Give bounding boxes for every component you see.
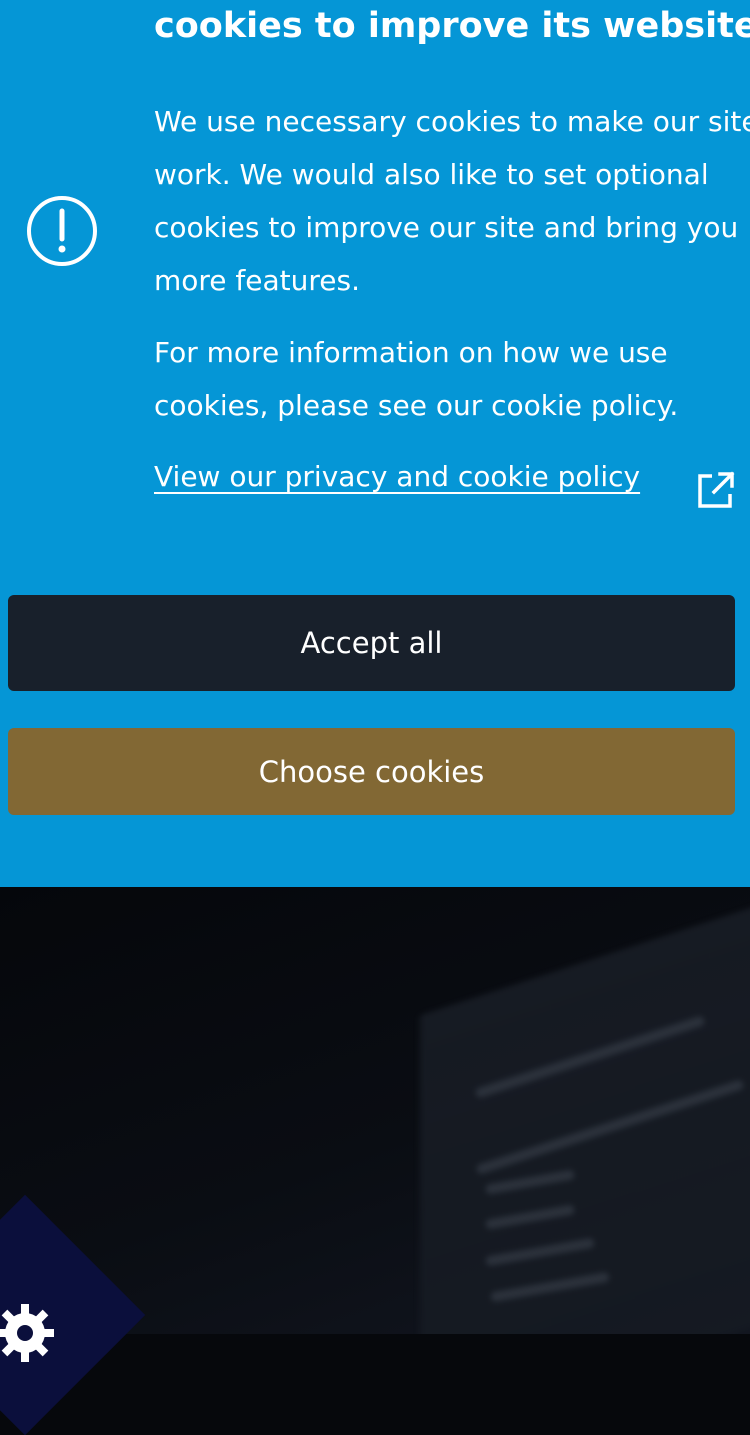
accept-all-button[interactable]: Accept all <box>8 595 735 691</box>
background-screen-shape <box>420 887 750 1334</box>
background-image <box>0 887 750 1334</box>
cookie-info-text: For more information on how we use cooki… <box>154 336 679 422</box>
exclamation-circle-icon <box>27 196 97 266</box>
privacy-policy-link[interactable]: View our privacy and cookie policy <box>154 450 640 503</box>
cookie-intro-text: We use necessary cookies to make our sit… <box>154 105 750 297</box>
cookie-banner: cookies to improve its website. We use n… <box>0 0 750 887</box>
choose-cookies-button[interactable]: Choose cookies <box>8 728 735 815</box>
external-link-icon[interactable] <box>696 470 736 510</box>
gear-icon[interactable] <box>0 1300 58 1366</box>
banner-heading: cookies to improve its website. <box>154 6 750 46</box>
